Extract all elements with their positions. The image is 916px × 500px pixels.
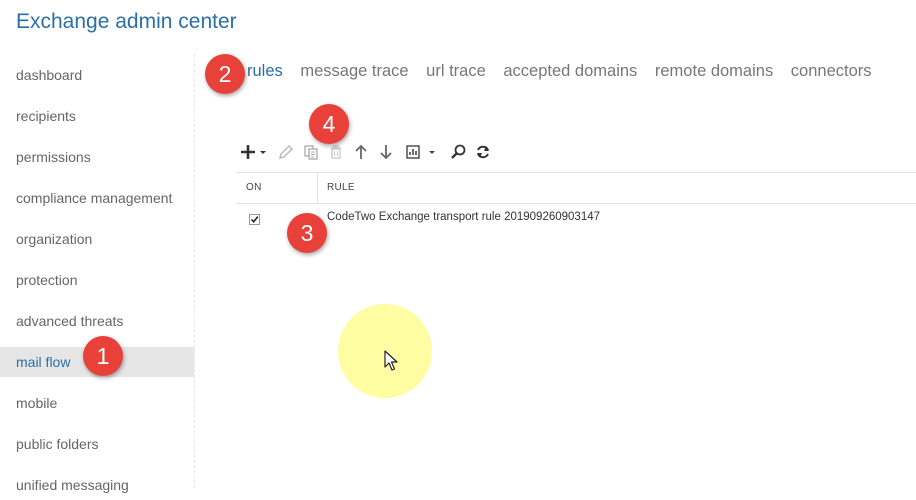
move-down-button[interactable] bbox=[376, 140, 396, 164]
sidebar-item-advanced-threats[interactable]: advanced threats bbox=[0, 306, 194, 336]
sidebar-nav: dashboard recipients permissions complia… bbox=[0, 54, 195, 493]
sidebar-item-public-folders[interactable]: public folders bbox=[0, 429, 194, 459]
app-title: Exchange admin center bbox=[16, 10, 237, 33]
tab-remote-domains[interactable]: remote domains bbox=[655, 62, 773, 81]
search-button[interactable] bbox=[448, 140, 468, 164]
tab-bar: rules message trace url trace accepted d… bbox=[247, 62, 885, 88]
step-badge-3: 3 bbox=[287, 213, 327, 253]
rule-name: CodeTwo Exchange transport rule 20190926… bbox=[327, 211, 601, 223]
sidebar-item-recipients[interactable]: recipients bbox=[0, 101, 194, 131]
new-rule-button[interactable] bbox=[238, 140, 270, 164]
report-button[interactable] bbox=[404, 140, 440, 164]
mouse-pointer-icon bbox=[384, 350, 398, 377]
trash-icon bbox=[331, 145, 341, 159]
copy-button[interactable] bbox=[301, 140, 321, 164]
step-badge-2: 2 bbox=[205, 54, 245, 94]
copy-icon bbox=[304, 145, 318, 160]
sidebar-item-organization[interactable]: organization bbox=[0, 224, 194, 254]
column-header-on[interactable]: ON bbox=[236, 173, 318, 203]
sidebar-item-compliance-management[interactable]: compliance management bbox=[0, 183, 194, 213]
column-header-rule[interactable]: RULE bbox=[319, 173, 355, 203]
tab-message-trace[interactable]: message trace bbox=[300, 62, 408, 81]
sidebar-item-protection[interactable]: protection bbox=[0, 265, 194, 295]
refresh-button[interactable] bbox=[473, 140, 493, 164]
pencil-icon bbox=[278, 144, 294, 160]
step-badge-4: 4 bbox=[309, 104, 349, 144]
rules-table: ON RULE CodeTwo Exchange transport rule … bbox=[236, 172, 916, 236]
arrow-down-icon bbox=[380, 145, 392, 160]
tab-rules[interactable]: rules bbox=[247, 62, 283, 81]
rule-enabled-checkbox[interactable] bbox=[249, 214, 260, 225]
refresh-icon bbox=[477, 145, 489, 159]
check-icon bbox=[250, 216, 259, 224]
sidebar-item-dashboard[interactable]: dashboard bbox=[0, 60, 194, 90]
arrow-up-icon bbox=[355, 144, 367, 159]
table-row[interactable]: CodeTwo Exchange transport rule 20190926… bbox=[236, 204, 916, 236]
plus-icon bbox=[241, 145, 266, 159]
move-up-button[interactable] bbox=[351, 140, 371, 164]
tab-url-trace[interactable]: url trace bbox=[426, 62, 486, 81]
report-icon bbox=[406, 145, 435, 159]
tab-accepted-domains[interactable]: accepted domains bbox=[503, 62, 637, 81]
search-icon bbox=[451, 144, 466, 159]
edit-button[interactable] bbox=[276, 140, 296, 164]
step-badge-1: 1 bbox=[83, 336, 123, 376]
tab-connectors[interactable]: connectors bbox=[791, 62, 872, 81]
sidebar-item-unified-messaging[interactable]: unified messaging bbox=[0, 470, 194, 500]
sidebar-item-mobile[interactable]: mobile bbox=[0, 388, 194, 418]
table-header: ON RULE bbox=[236, 172, 916, 204]
sidebar-item-permissions[interactable]: permissions bbox=[0, 142, 194, 172]
